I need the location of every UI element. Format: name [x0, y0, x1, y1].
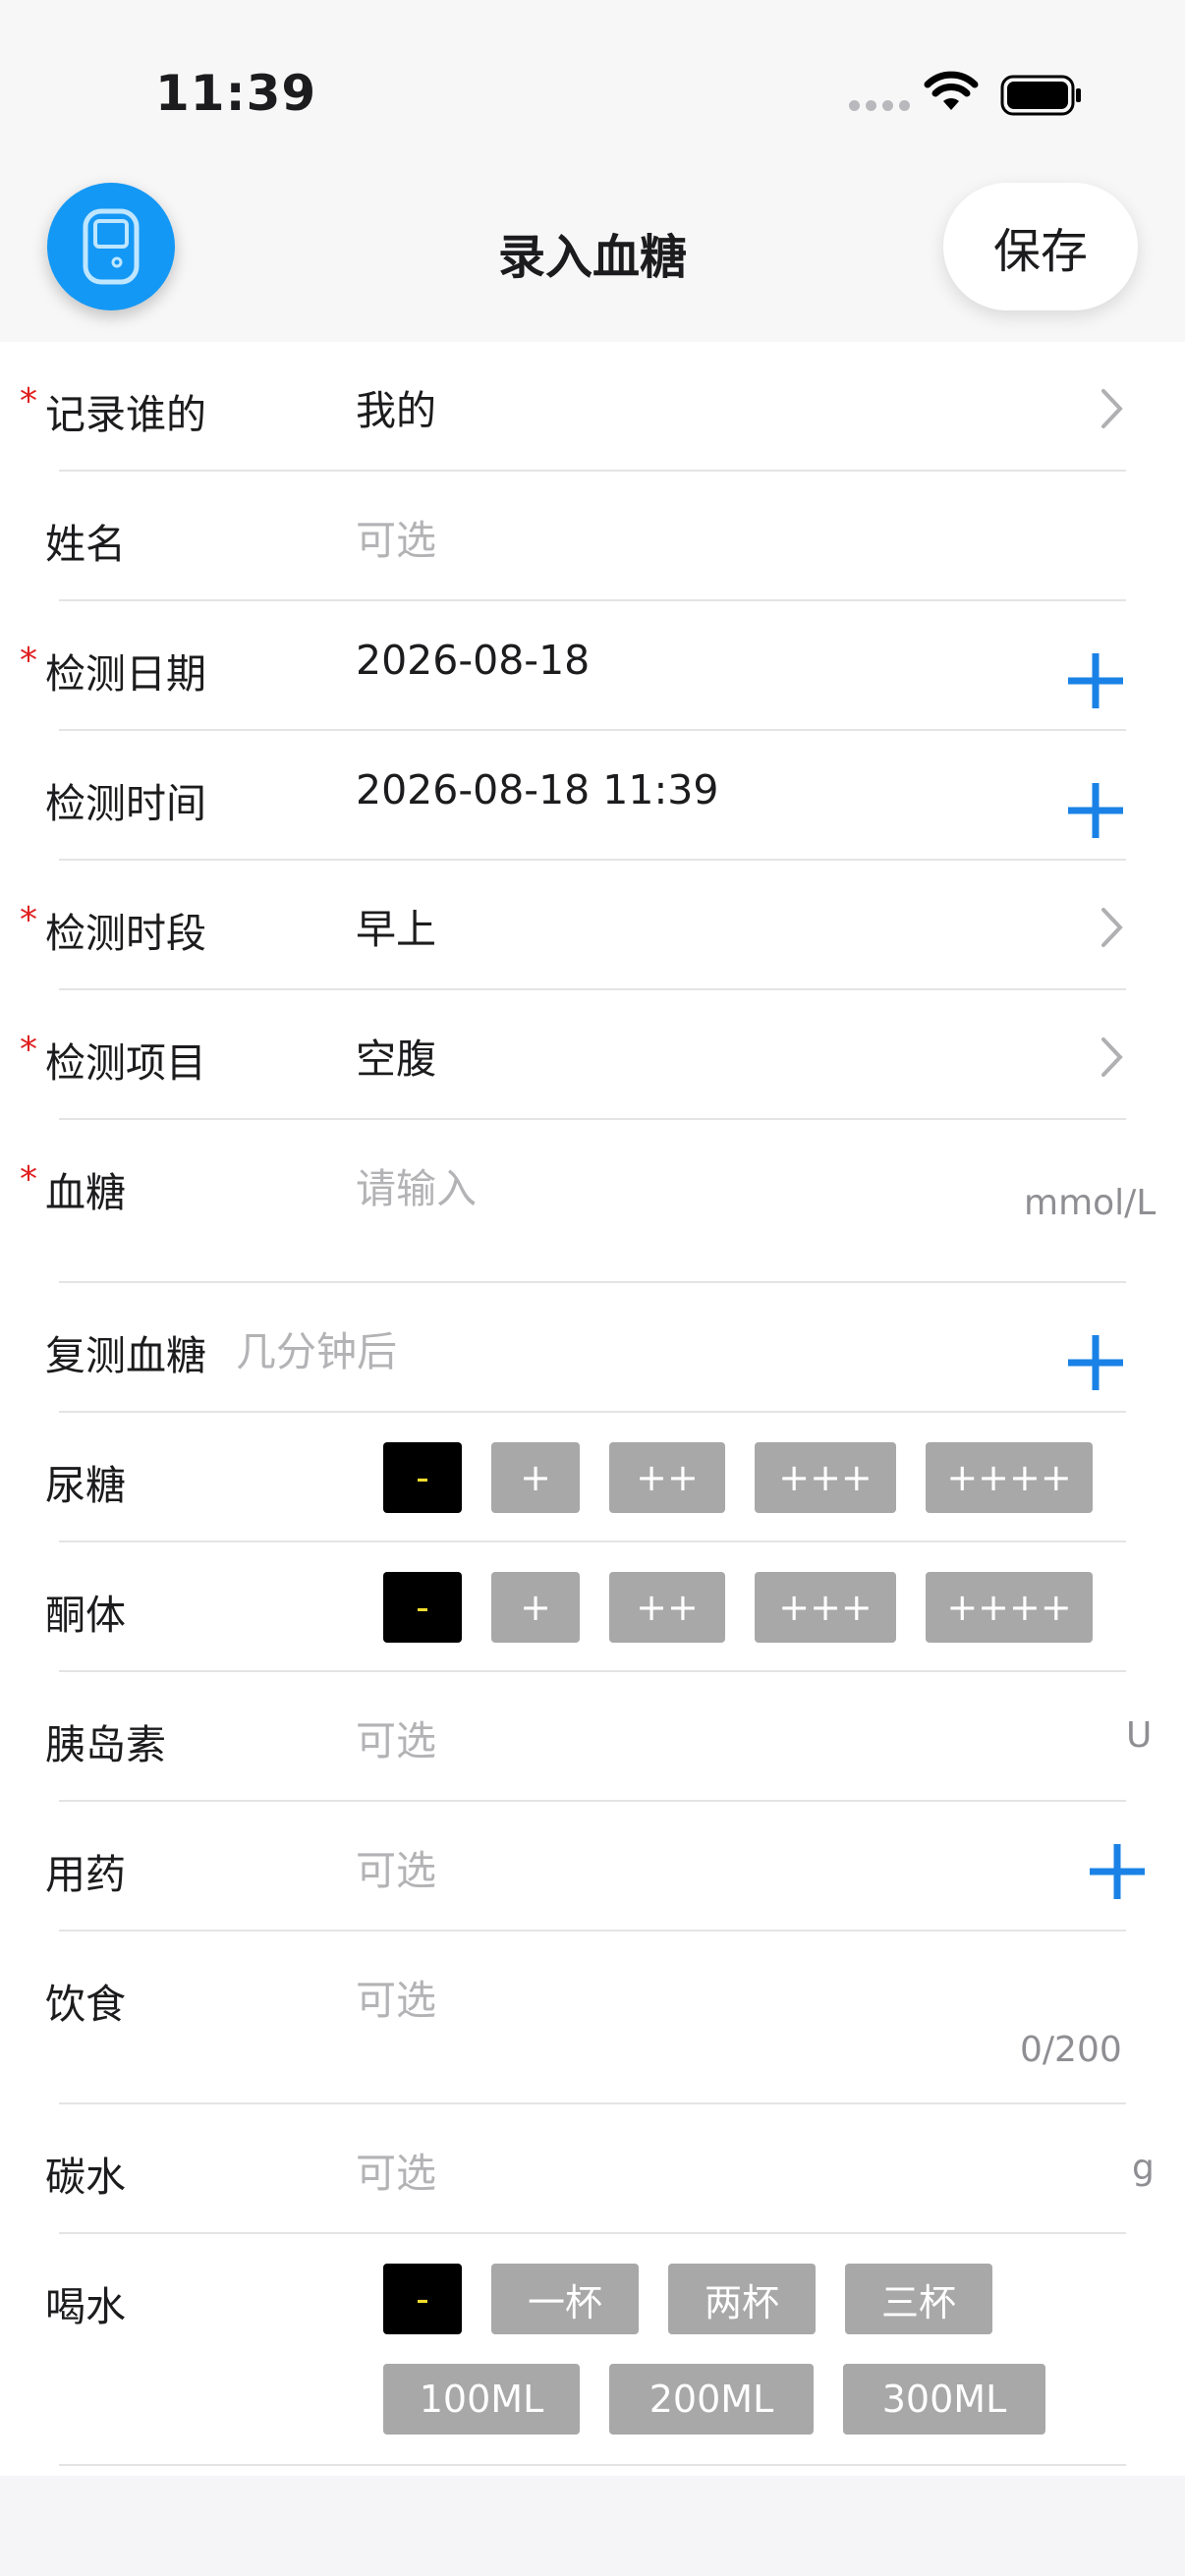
urine-sugar-label: 尿糖	[45, 1462, 126, 1509]
diet-label: 饮食	[45, 1981, 126, 2028]
cellular-signal-icon	[849, 100, 910, 111]
urine-sugar-option[interactable]: ++	[609, 1442, 725, 1513]
row-glucose: * 血糖 请输入 mmol/L	[0, 1120, 1185, 1283]
ketone-option[interactable]: -	[383, 1572, 462, 1643]
row-retest[interactable]: 复测血糖 几分钟后	[0, 1283, 1185, 1413]
row-insulin: 胰岛素 可选 U	[0, 1672, 1185, 1802]
water-option[interactable]: 100ML	[383, 2364, 580, 2435]
row-diet: 饮食 可选 0/200	[0, 1932, 1185, 2104]
retest-input[interactable]: 几分钟后	[236, 1318, 397, 1377]
save-button[interactable]: 保存	[943, 183, 1138, 310]
glucose-unit: mmol/L	[1024, 1183, 1157, 1223]
date-plus-icon[interactable]	[1065, 650, 1126, 711]
row-name: 姓名 可选	[0, 472, 1185, 601]
water-option[interactable]: -	[383, 2264, 462, 2334]
water-option[interactable]: 两杯	[668, 2264, 816, 2334]
glucose-label: 血糖	[45, 1169, 126, 1216]
retest-plus-icon[interactable]	[1065, 1332, 1126, 1393]
required-mark: *	[20, 641, 37, 681]
insulin-label: 胰岛素	[45, 1721, 166, 1768]
wifi-icon	[924, 71, 979, 110]
row-carbs: 碳水 可选 g	[0, 2104, 1185, 2234]
required-mark: *	[20, 900, 37, 940]
period-label: 检测时段	[45, 910, 206, 957]
water-option[interactable]: 一杯	[491, 2264, 639, 2334]
carbs-label: 碳水	[45, 2154, 126, 2201]
water-label: 喝水	[45, 2283, 126, 2330]
required-mark: *	[20, 1159, 37, 1200]
ketone-option[interactable]: +	[491, 1572, 580, 1643]
medication-label: 用药	[45, 1851, 126, 1898]
chevron-right-icon	[1101, 389, 1123, 428]
chevron-right-icon	[1101, 1037, 1123, 1077]
row-item[interactable]: * 检测项目 空腹	[0, 990, 1185, 1120]
required-mark: *	[20, 1030, 37, 1070]
row-ketone: 酮体 - + ++ +++ ++++	[0, 1542, 1185, 1672]
chevron-right-icon	[1101, 908, 1123, 947]
time-value[interactable]: 2026-08-18 11:39	[356, 766, 718, 813]
medication-plus-icon[interactable]	[1087, 1841, 1148, 1902]
row-medication[interactable]: 用药 可选	[0, 1802, 1185, 1932]
water-option[interactable]: 300ML	[843, 2364, 1045, 2435]
row-water: 喝水 - 一杯 两杯 三杯 100ML 200ML 300ML	[0, 2234, 1185, 2466]
row-date[interactable]: * 检测日期 2026-08-18	[0, 601, 1185, 731]
row-period[interactable]: * 检测时段 早上	[0, 861, 1185, 990]
diet-input[interactable]: 可选	[356, 1967, 436, 2026]
battery-icon	[1000, 75, 1081, 116]
urine-sugar-option[interactable]: -	[383, 1442, 462, 1513]
time-plus-icon[interactable]	[1065, 780, 1126, 841]
period-value: 早上	[356, 906, 436, 953]
date-label: 检测日期	[45, 650, 206, 698]
medication-input[interactable]: 可选	[356, 1837, 436, 1896]
urine-sugar-option[interactable]: +++	[755, 1442, 896, 1513]
row-urine-sugar: 尿糖 - + ++ +++ ++++	[0, 1413, 1185, 1542]
name-label: 姓名	[45, 521, 126, 568]
retest-label: 复测血糖	[45, 1332, 206, 1379]
water-option[interactable]: 200ML	[609, 2364, 814, 2435]
top-bar: 11:39 录入血糖 保存	[0, 0, 1185, 342]
insulin-input[interactable]: 可选	[356, 1708, 436, 1766]
insulin-unit: U	[1126, 1715, 1153, 1756]
who-label: 记录谁的	[45, 391, 206, 438]
glucose-input[interactable]: 请输入	[356, 1155, 477, 1214]
ketone-option[interactable]: +++	[755, 1572, 896, 1643]
status-time: 11:39	[155, 65, 317, 122]
row-who[interactable]: * 记录谁的 我的	[0, 342, 1185, 472]
carbs-input[interactable]: 可选	[356, 2140, 436, 2199]
water-option[interactable]: 三杯	[845, 2264, 992, 2334]
row-time[interactable]: 检测时间 2026-08-18 11:39	[0, 731, 1185, 861]
urine-sugar-option[interactable]: ++++	[926, 1442, 1093, 1513]
date-value[interactable]: 2026-08-18	[356, 637, 590, 684]
ketone-option[interactable]: ++++	[926, 1572, 1093, 1643]
item-value: 空腹	[356, 1036, 436, 1083]
required-mark: *	[20, 381, 37, 421]
glucose-form: * 记录谁的 我的 姓名 可选 * 检测日期 2026-08-18 检测时间 2…	[0, 342, 1185, 2476]
name-input[interactable]: 可选	[356, 507, 436, 566]
diet-char-counter: 0/200	[1020, 2030, 1122, 2070]
ketone-option[interactable]: ++	[609, 1572, 725, 1643]
who-value: 我的	[356, 387, 436, 434]
time-label: 检测时间	[45, 780, 206, 827]
item-label: 检测项目	[45, 1039, 206, 1087]
ketone-label: 酮体	[45, 1592, 126, 1639]
carbs-unit: g	[1132, 2148, 1155, 2188]
urine-sugar-option[interactable]: +	[491, 1442, 580, 1513]
